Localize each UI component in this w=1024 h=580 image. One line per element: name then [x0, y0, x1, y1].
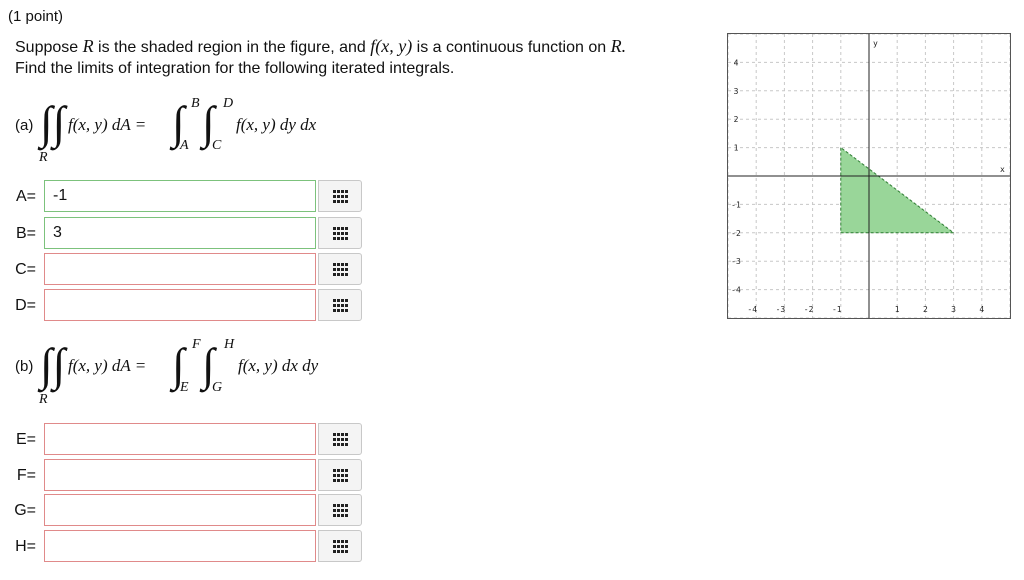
- x-tick-label: 4: [979, 305, 984, 314]
- equation-editor-button[interactable]: [318, 180, 362, 212]
- lower-limit-outer: A: [180, 138, 189, 153]
- field-label: B=: [15, 225, 36, 242]
- y-tick-label: 3: [734, 87, 739, 96]
- lhs-integrand: f(x, y) dA =: [68, 115, 147, 134]
- lower-limit-inner: C: [212, 138, 222, 153]
- grid-icon: [333, 504, 348, 517]
- answer-input-b[interactable]: [44, 217, 316, 249]
- answer-row-f: F=: [0, 459, 370, 491]
- field-label: H=: [15, 538, 36, 555]
- equation-editor-button[interactable]: [318, 217, 362, 249]
- statement-text-2: is the shaded region in the figure, and: [93, 39, 371, 56]
- upper-limit-inner: D: [223, 96, 234, 111]
- grid-icon: [333, 190, 348, 203]
- answer-input-c[interactable]: [44, 253, 316, 285]
- equation-editor-button[interactable]: [318, 253, 362, 285]
- equation-editor-button[interactable]: [318, 530, 362, 562]
- field-label: D=: [15, 297, 36, 314]
- y-tick-label: 2: [734, 115, 739, 124]
- double-integral-symbol: ∫∫: [40, 97, 66, 148]
- answer-row-c: C=: [0, 253, 370, 285]
- equation-editor-button[interactable]: [318, 459, 362, 491]
- answer-input-d[interactable]: [44, 289, 316, 321]
- upper-limit-outer: F: [192, 337, 201, 352]
- double-integral-symbol: ∫∫: [40, 339, 66, 390]
- lhs-integrand: f(x, y) dA =: [68, 356, 147, 375]
- region-subscript: R: [39, 150, 48, 165]
- equation-editor-button[interactable]: [318, 423, 362, 455]
- y-axis-label: y: [873, 39, 878, 48]
- region-symbol: R: [82, 36, 94, 56]
- answer-input-h[interactable]: [44, 530, 316, 562]
- grid-icon: [333, 299, 348, 312]
- y-tick-label: 1: [734, 144, 739, 153]
- equation-editor-button[interactable]: [318, 494, 362, 526]
- lower-limit-inner: G: [212, 380, 223, 395]
- answer-row-a: A=: [0, 180, 370, 212]
- x-tick-label: -2: [804, 305, 814, 314]
- x-tick-label: 2: [923, 305, 928, 314]
- x-tick-label: 3: [951, 305, 956, 314]
- figure-plot: -4 -3 -2 -1 1 2 3 4 4 3 2 1 -1 -2 -3 -4 x y: [727, 33, 1011, 319]
- answer-row-g: G=: [0, 494, 370, 526]
- region-subscript: R: [39, 392, 48, 407]
- y-tick-label: -3: [731, 257, 741, 266]
- answer-input-g[interactable]: [44, 494, 316, 526]
- statement-text-3: is a continuous function on: [412, 39, 611, 56]
- answer-row-d: D=: [0, 289, 370, 321]
- grid-icon: [333, 433, 348, 446]
- problem-statement: Suppose R is the shaded region in the fi…: [15, 36, 626, 57]
- y-tick-label: -2: [731, 229, 741, 238]
- y-tick-label: -4: [731, 286, 741, 295]
- lower-limit-outer: E: [180, 380, 189, 395]
- region-symbol-2: R.: [610, 36, 627, 56]
- answer-input-e[interactable]: [44, 423, 316, 455]
- answer-input-a[interactable]: [44, 180, 316, 212]
- y-tick-label: 4: [734, 58, 739, 67]
- grid-icon: [333, 263, 348, 276]
- x-tick-label: -1: [832, 305, 842, 314]
- answer-row-h: H=: [0, 530, 370, 562]
- x-tick-label: -4: [747, 305, 757, 314]
- instructions: Find the limits of integration for the f…: [15, 60, 455, 77]
- rhs-integrand: f(x, y) dy dx: [236, 115, 317, 134]
- rhs-integrand: f(x, y) dx dy: [238, 356, 319, 375]
- part-b-label: (b): [15, 358, 34, 375]
- field-label: E=: [15, 431, 36, 448]
- field-label: F=: [16, 467, 36, 484]
- x-tick-label: -3: [776, 305, 786, 314]
- upper-limit-inner: H: [224, 337, 235, 352]
- x-tick-label: 1: [895, 305, 900, 314]
- x-axis-label: x: [1000, 165, 1005, 174]
- equation-editor-button[interactable]: [318, 289, 362, 321]
- statement-text-1: Suppose: [15, 39, 83, 56]
- answer-row-e: E=: [0, 423, 370, 455]
- part-a-label: (a): [15, 117, 34, 134]
- answer-row-b: B=: [0, 217, 370, 249]
- field-label: A=: [15, 188, 36, 205]
- region-figure: -4 -3 -2 -1 1 2 3 4 4 3 2 1 -1 -2 -3 -4 x y: [727, 33, 1011, 319]
- function-symbol: f(x, y): [370, 36, 413, 56]
- upper-limit-outer: B: [191, 96, 200, 111]
- points-label: (1 point): [8, 8, 64, 25]
- field-label: C=: [15, 261, 36, 278]
- y-tick-label: -1: [731, 200, 741, 209]
- grid-icon: [333, 227, 348, 240]
- grid-icon: [333, 540, 348, 553]
- grid-icon: [333, 469, 348, 482]
- answer-input-f[interactable]: [44, 459, 316, 491]
- field-label: G=: [14, 502, 36, 519]
